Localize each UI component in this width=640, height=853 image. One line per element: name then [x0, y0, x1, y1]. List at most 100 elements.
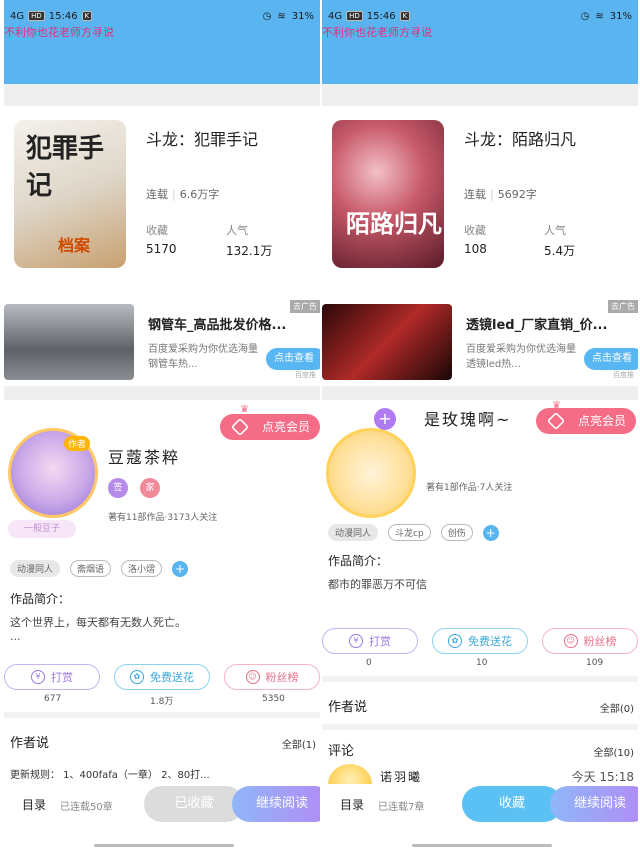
- ad-source: 百度推: [613, 371, 634, 379]
- author-name[interactable]: 豆蔻茶粹: [108, 444, 180, 468]
- add-to-shelf-button[interactable]: 收藏: [462, 786, 562, 822]
- comment-time: 今天 15:18: [571, 770, 634, 784]
- comments-all-link[interactable]: 全部(10): [593, 744, 634, 759]
- fan-rank-button[interactable]: ☺ 粉丝榜: [542, 628, 638, 654]
- intro-ellipsis: ...: [10, 630, 21, 643]
- clock: 15:46: [48, 10, 78, 22]
- send-flower-button[interactable]: ✿ 免费送花: [432, 628, 528, 654]
- author-avatar[interactable]: [326, 428, 416, 518]
- divider: [322, 386, 638, 400]
- intro-label: 作品简介：: [328, 554, 389, 568]
- book-title: 斗龙：陌路归凡: [464, 130, 577, 149]
- gem-icon: [230, 417, 250, 437]
- collect-value: 108: [464, 242, 487, 256]
- divider: [4, 84, 320, 106]
- cover-title: 陌路归凡: [346, 209, 442, 238]
- person-icon: ☺: [563, 634, 578, 648]
- hd-indicator: HD: [346, 11, 363, 21]
- serial-info: 连载 | 6.6万字: [146, 188, 220, 201]
- battery-level: 31%: [609, 10, 632, 22]
- coin-icon: ¥: [349, 634, 363, 648]
- alarm-icon: ◷: [262, 10, 272, 22]
- vip-button[interactable]: 点亮会员: [220, 414, 320, 440]
- chip-category[interactable]: 动漫同人: [328, 524, 379, 541]
- book-cover[interactable]: 犯罪手记 档案: [14, 120, 126, 268]
- serial-status: 连载: [464, 188, 486, 201]
- chip-category[interactable]: 动漫同人: [10, 560, 61, 577]
- popularity-label: 人气: [544, 224, 566, 237]
- ad-description: 百度爱采购为你优选海量钢管车热...: [148, 344, 258, 370]
- catalog-button[interactable]: 目录: [340, 796, 364, 813]
- follow-plus-icon[interactable]: +: [374, 408, 396, 430]
- app-notification-icon: K: [81, 11, 93, 21]
- flower-label: 免费送花: [468, 635, 512, 648]
- divider: [322, 84, 638, 106]
- chip-tag[interactable]: 斗龙cp: [388, 524, 431, 541]
- send-flower-button[interactable]: ✿ 免费送花: [114, 664, 210, 690]
- action-buttons: ¥ 打赏 ✿ 免费送花 ☺ 粉丝榜: [322, 628, 638, 654]
- flower-icon: ✿: [448, 634, 462, 648]
- network-indicator: 4G: [10, 10, 25, 22]
- book-cover[interactable]: 陌路归凡: [332, 120, 444, 268]
- gem-icon: [546, 411, 566, 431]
- comments-heading: 评论: [328, 744, 355, 759]
- continue-reading-button[interactable]: 继续阅读: [232, 786, 320, 822]
- vip-label: 点亮会员: [261, 420, 310, 434]
- ad-description: 百度爱采购为你优选海量透镜led热...: [466, 344, 576, 370]
- continue-reading-button[interactable]: 继续阅读: [550, 786, 638, 822]
- ad-title: 钢管车_高品批发价格...: [148, 318, 287, 333]
- intro-label: 作品简介：: [10, 592, 71, 606]
- app-notification-icon: K: [399, 11, 411, 21]
- home-indicator[interactable]: [94, 844, 234, 847]
- chip-tag[interactable]: 洛小熠: [121, 560, 163, 577]
- tip-button[interactable]: ¥ 打赏: [4, 664, 100, 690]
- divider: [4, 386, 320, 400]
- bottom-action-bar: 目录 已连载50章 已收藏 继续阅读: [4, 784, 320, 828]
- ad-view-button[interactable]: 点击查看: [584, 348, 638, 370]
- ad-banner[interactable]: 透镜led_厂家直销_价... 百度爱采购为你优选海量透镜led热... 点击查…: [322, 300, 638, 384]
- fan-badge: 一般豆子: [8, 520, 76, 538]
- author-name[interactable]: 是玫瑰啊~: [424, 406, 511, 430]
- book-title: 斗龙：犯罪手记: [146, 130, 259, 149]
- tip-button[interactable]: ¥ 打赏: [322, 628, 418, 654]
- divider: [322, 676, 638, 682]
- author-says-all-link[interactable]: 全部(0): [600, 700, 634, 715]
- update-rule-text: 更新规则： 1、400fafa（一章） 2、80打...: [10, 770, 210, 781]
- word-count: 6.6万字: [179, 188, 220, 201]
- ad-source: 百度推: [295, 371, 316, 379]
- chip-tag[interactable]: 斋烟语: [70, 560, 112, 577]
- author-says-all-link[interactable]: 全部(1): [282, 736, 316, 751]
- remove-ad-tag[interactable]: 去广告: [290, 300, 320, 313]
- ad-banner[interactable]: 钢管车_高品批发价格... 百度爱采购为你优选海量钢管车热... 点击查看 去广…: [4, 300, 320, 384]
- add-tag-icon[interactable]: +: [172, 560, 189, 577]
- tip-count: 0: [366, 658, 372, 668]
- ad-image: [322, 304, 452, 380]
- author-tag: 作者: [64, 436, 91, 451]
- add-tag-icon[interactable]: +: [482, 524, 499, 541]
- catalog-button[interactable]: 目录: [22, 796, 46, 813]
- collect-label: 收藏: [146, 224, 168, 237]
- ad-title: 透镜led_厂家直销_价...: [466, 318, 608, 333]
- vip-button[interactable]: 点亮会员: [536, 408, 636, 434]
- author-says-heading: 作者说: [328, 700, 368, 715]
- collect-label: 收藏: [464, 224, 486, 237]
- home-indicator[interactable]: [412, 844, 552, 847]
- chapter-count: 已连载50章: [60, 802, 113, 813]
- family-tag: 家: [140, 478, 160, 498]
- cover-title: 犯罪手记: [26, 134, 105, 201]
- tip-count: 677: [44, 694, 62, 704]
- intro-text: 都市的罪恶万不可信: [328, 578, 427, 591]
- chip-tag[interactable]: 创伤: [440, 524, 473, 541]
- tag-chips: 动漫同人 斗龙cp 创伤 +: [328, 524, 499, 541]
- divider: [4, 712, 320, 718]
- action-buttons: ¥ 打赏 ✿ 免费送花 ☺ 粉丝榜: [4, 664, 320, 690]
- author-info: 著有1部作品·7人关注: [426, 483, 513, 493]
- ad-view-button[interactable]: 点击查看: [266, 348, 320, 370]
- fan-rank-button[interactable]: ☺ 粉丝榜: [224, 664, 320, 690]
- remove-ad-tag[interactable]: 去广告: [608, 300, 638, 313]
- bookshelf-button[interactable]: 已收藏: [144, 786, 244, 822]
- flower-count: 1.8万: [150, 697, 174, 707]
- popularity-value: 5.4万: [544, 244, 576, 258]
- network-indicator: 4G: [328, 10, 343, 22]
- status-bar: 4G HD 15:46 K ◷ ≋ 31%: [4, 8, 320, 24]
